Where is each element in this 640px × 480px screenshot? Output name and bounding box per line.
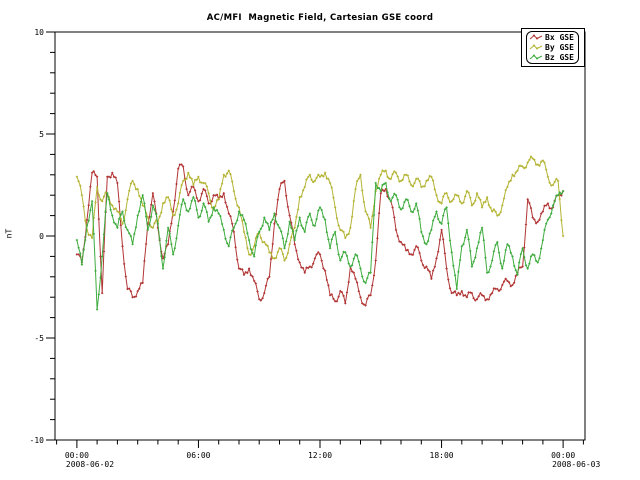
by-line-sample-icon	[529, 43, 543, 52]
svg-text:00:00: 00:00	[65, 451, 89, 460]
svg-text:00:00: 00:00	[551, 451, 575, 460]
legend-entry-by: By GSE	[529, 43, 577, 52]
magnetic-field-plot: AC/MFI Magnetic Field, Cartesian GSE coo…	[0, 0, 640, 480]
svg-text:06:00: 06:00	[186, 451, 210, 460]
svg-text:-5: -5	[34, 334, 44, 343]
legend-box: Bx GSE By GSE Bz GSE	[521, 28, 585, 67]
svg-text:10: 10	[34, 28, 44, 37]
svg-text:12:00: 12:00	[308, 451, 332, 460]
legend-entry-label: By GSE	[545, 43, 574, 52]
svg-text:18:00: 18:00	[430, 451, 454, 460]
svg-text:5: 5	[39, 130, 44, 139]
legend-entry-bz: Bz GSE	[529, 53, 577, 62]
legend-frame: Bx GSE By GSE Bz GSE	[526, 31, 579, 64]
legend-entry-label: Bx GSE	[545, 33, 574, 42]
bx-line-sample-icon	[529, 33, 543, 42]
svg-text:-10: -10	[30, 436, 45, 445]
bz-line-sample-icon	[529, 53, 543, 62]
plot-canvas: 1050-5-1000:002008-06-0206:0012:0018:000…	[0, 0, 640, 480]
svg-text:2008-06-02: 2008-06-02	[66, 460, 114, 469]
svg-text:0: 0	[39, 232, 44, 241]
legend-entry-bx: Bx GSE	[529, 33, 577, 42]
svg-text:2008-06-03: 2008-06-03	[552, 460, 600, 469]
legend-entry-label: Bz GSE	[545, 53, 574, 62]
